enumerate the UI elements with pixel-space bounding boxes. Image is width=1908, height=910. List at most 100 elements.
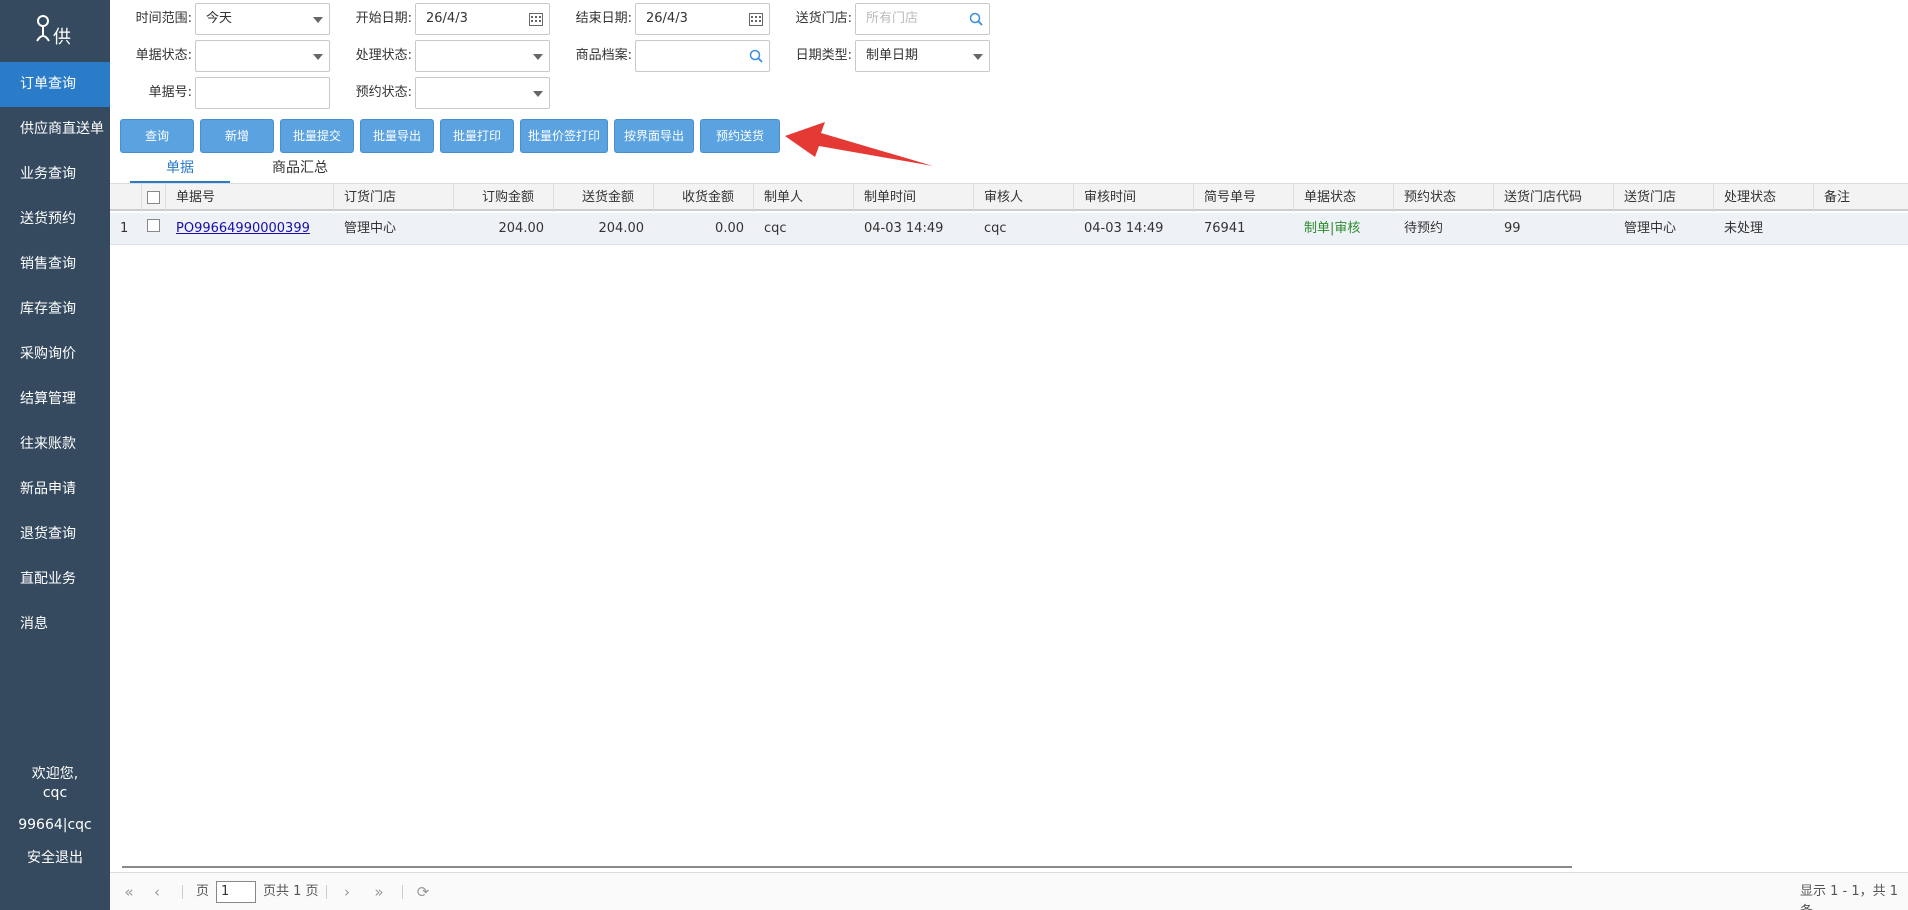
horizontal-scrollbar[interactable]: [122, 866, 1572, 868]
calendar-icon[interactable]: [529, 13, 543, 26]
row-number-header: [110, 184, 142, 212]
doc-no-input[interactable]: [195, 77, 330, 109]
col-header[interactable]: 预约状态: [1394, 184, 1494, 212]
sidebar: 供 订单查询 供应商直送单 业务查询 送货预约 销售查询 库存查询 采购询价 结…: [0, 0, 110, 910]
booking-status-label: 预约状态:: [355, 85, 412, 100]
tab-product-summary[interactable]: 商品汇总: [250, 158, 350, 183]
doc-no-link[interactable]: PO99664990000399: [176, 221, 310, 236]
process-status-select[interactable]: [415, 40, 550, 72]
sidebar-item-return-query[interactable]: 退货查询: [0, 512, 110, 557]
date-type-value: 制单日期: [866, 48, 919, 63]
col-header[interactable]: 备注: [1814, 184, 1908, 212]
export-by-view-button[interactable]: 按界面导出: [614, 119, 694, 153]
col-header[interactable]: 订购金额: [454, 184, 554, 212]
sidebar-item-delivery-booking[interactable]: 送货预约: [0, 197, 110, 242]
col-header[interactable]: 送货门店: [1614, 184, 1714, 212]
store-code-cell: 99: [1504, 221, 1521, 236]
col-header[interactable]: 送货门店代码: [1494, 184, 1614, 212]
chevron-down-icon: [533, 54, 543, 60]
select-all-checkbox[interactable]: [147, 191, 160, 204]
delivery-store-input[interactable]: 所有门店: [855, 3, 990, 35]
product-file-label: 商品档案:: [575, 48, 632, 63]
user-logo-icon: 供: [36, 15, 71, 48]
next-page-icon[interactable]: ›: [338, 882, 356, 902]
end-date-input[interactable]: 26/4/3: [635, 3, 770, 35]
col-header[interactable]: 收货金额: [654, 184, 754, 212]
col-header[interactable]: 审核人: [974, 184, 1074, 212]
booking-status-cell: 待预约: [1404, 221, 1444, 236]
product-file-input[interactable]: [635, 40, 770, 72]
row-checkbox[interactable]: [147, 219, 160, 232]
date-type-label: 日期类型:: [795, 48, 852, 63]
delivery-amount-cell: 204.00: [598, 221, 645, 236]
batch-submit-button[interactable]: 批量提交: [280, 119, 354, 153]
batch-print-button[interactable]: 批量打印: [440, 119, 514, 153]
delivery-store-label: 送货门店:: [795, 11, 852, 26]
page-total: 页共 1 页: [263, 884, 319, 899]
col-header[interactable]: 单据号: [166, 184, 334, 212]
col-header[interactable]: 审核时间: [1074, 184, 1194, 212]
red-arrow-annotation: [785, 122, 933, 166]
table-header: 单据号 订货门店 订购金额 送货金额 收货金额 制单人 制单时间 审核人 审核时…: [110, 183, 1908, 212]
create-time-cell: 04-03 14:49: [864, 221, 944, 236]
user-code: 99664|cqc: [18, 817, 92, 833]
last-page-icon[interactable]: »: [370, 882, 388, 902]
start-date-label: 开始日期:: [355, 11, 412, 26]
query-button[interactable]: 查询: [120, 119, 194, 153]
short-no-cell: 76941: [1204, 221, 1246, 236]
pager-divider: [326, 885, 327, 899]
logout-link[interactable]: 安全退出: [0, 848, 110, 868]
col-header[interactable]: 单据状态: [1294, 184, 1394, 212]
welcome-text: 欢迎您, cqc: [0, 765, 110, 803]
batch-price-print-button[interactable]: 批量价签打印: [520, 119, 608, 153]
time-range-value: 今天: [206, 11, 233, 26]
sidebar-item-business-query[interactable]: 业务查询: [0, 152, 110, 197]
doc-status-select[interactable]: [195, 40, 330, 72]
date-type-select[interactable]: 制单日期: [855, 40, 990, 72]
search-icon[interactable]: [969, 12, 983, 26]
tab-documents[interactable]: 单据: [130, 158, 230, 183]
row-checkbox-cell: [142, 213, 166, 245]
search-icon[interactable]: [749, 49, 763, 63]
doc-no-cell: PO99664990000399: [166, 213, 334, 245]
sidebar-item-sales-query[interactable]: 销售查询: [0, 242, 110, 287]
sidebar-item-stock-query[interactable]: 库存查询: [0, 287, 110, 332]
sidebar-item-order-query[interactable]: 订单查询: [0, 62, 110, 107]
chevron-down-icon: [313, 17, 323, 23]
sidebar-item-messages[interactable]: 消息: [0, 602, 110, 647]
receive-amount-cell: 0.00: [715, 221, 744, 236]
sidebar-item-supplier-direct[interactable]: 供应商直送单: [0, 107, 110, 152]
book-delivery-button[interactable]: 预约送货: [700, 119, 780, 153]
select-all-header: [142, 184, 166, 212]
sidebar-item-new-product[interactable]: 新品申请: [0, 467, 110, 512]
col-header[interactable]: 制单时间: [854, 184, 974, 212]
calendar-icon[interactable]: [749, 13, 763, 26]
doc-no-label: 单据号:: [148, 85, 192, 100]
col-header[interactable]: 处理状态: [1714, 184, 1814, 212]
delivery-store-placeholder: 所有门店: [866, 11, 919, 26]
sidebar-item-direct-distribution[interactable]: 直配业务: [0, 557, 110, 602]
add-button[interactable]: 新增: [200, 119, 274, 153]
prev-page-icon[interactable]: ‹: [148, 882, 166, 902]
records-summary: 显示 1 - 1，共 1 条: [1800, 884, 1899, 910]
sidebar-item-purchase-inquiry[interactable]: 采购询价: [0, 332, 110, 377]
start-date-input[interactable]: 26/4/3: [415, 3, 550, 35]
page-label: 页: [196, 884, 210, 899]
refresh-icon[interactable]: ⟳: [414, 882, 432, 902]
col-header[interactable]: 送货金额: [554, 184, 654, 212]
welcome-username: cqc: [42, 785, 68, 801]
batch-export-button[interactable]: 批量导出: [360, 119, 434, 153]
sidebar-item-accounts[interactable]: 往来账款: [0, 422, 110, 467]
welcome-line: 欢迎您,: [31, 766, 79, 782]
col-header[interactable]: 制单人: [754, 184, 854, 212]
page-number-input[interactable]: 1: [216, 881, 256, 903]
sidebar-item-settlement[interactable]: 结算管理: [0, 377, 110, 422]
time-range-select[interactable]: 今天: [195, 3, 330, 35]
row-number: 1: [120, 221, 129, 236]
first-page-icon[interactable]: «: [120, 882, 138, 902]
booking-status-select[interactable]: [415, 77, 550, 109]
col-header[interactable]: 订货门店: [334, 184, 454, 212]
col-header[interactable]: 简号单号: [1194, 184, 1294, 212]
pager-divider: [182, 885, 183, 899]
table-row[interactable]: 1 PO99664990000399 管理中心 204.00 204.00 0.…: [110, 213, 1908, 245]
